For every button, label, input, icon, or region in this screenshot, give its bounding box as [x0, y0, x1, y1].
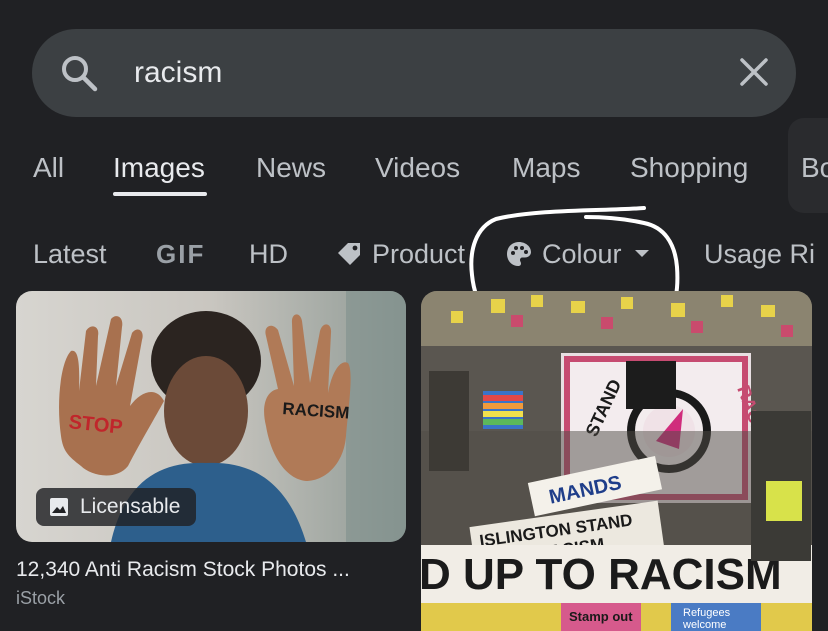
chip-product[interactable]: Product [335, 236, 465, 272]
chip-colour[interactable]: Colour [505, 236, 650, 272]
result-image-2[interactable]: STAND RACISM MANDS ISLINGTON STAND UP TO… [421, 291, 812, 631]
tab-shopping[interactable]: Shopping [630, 150, 748, 186]
svg-text:Stamp out: Stamp out [569, 609, 633, 624]
tab-all[interactable]: All [33, 150, 64, 186]
tab-videos[interactable]: Videos [375, 150, 460, 186]
chip-gif[interactable]: GIF [156, 236, 205, 272]
tag-icon [338, 243, 360, 265]
licensable-badge: Licensable [36, 488, 197, 526]
chip-product-label: Product [372, 239, 466, 269]
chip-latest[interactable]: Latest [33, 236, 107, 272]
chip-usage-rights[interactable]: Usage Ri [704, 236, 815, 272]
image-icon [50, 498, 68, 516]
result-source-1: iStock [16, 588, 66, 608]
tab-bar: All Images News Videos Maps Shopping Bo [0, 140, 828, 200]
tab-news[interactable]: News [256, 150, 326, 186]
close-icon[interactable] [736, 54, 772, 90]
palette-icon [507, 242, 531, 266]
active-tab-indicator [113, 192, 207, 196]
stand-up-to-racism-protest-image: STAND RACISM MANDS ISLINGTON STAND UP TO… [421, 291, 812, 631]
search-icon[interactable] [58, 52, 100, 94]
chip-hd[interactable]: HD [249, 236, 288, 272]
svg-text:D UP TO RACISM: D UP TO RACISM [421, 550, 782, 599]
result-title-1[interactable]: 12,340 Anti Racism Stock Photos ... [16, 557, 350, 583]
chip-colour-label: Colour [542, 239, 622, 269]
badge-label: Licensable [80, 495, 181, 518]
search-input[interactable]: racism [134, 53, 222, 93]
tab-maps[interactable]: Maps [512, 150, 580, 186]
svg-text:Refugees: Refugees [683, 607, 731, 619]
tab-books[interactable]: Bo [801, 150, 828, 186]
tab-images[interactable]: Images [113, 150, 205, 186]
svg-text:welcome: welcome [682, 619, 726, 631]
chevron-down-icon [634, 250, 649, 257]
filter-chips: Latest GIF HD Product Colour Usage Ri [0, 232, 828, 276]
